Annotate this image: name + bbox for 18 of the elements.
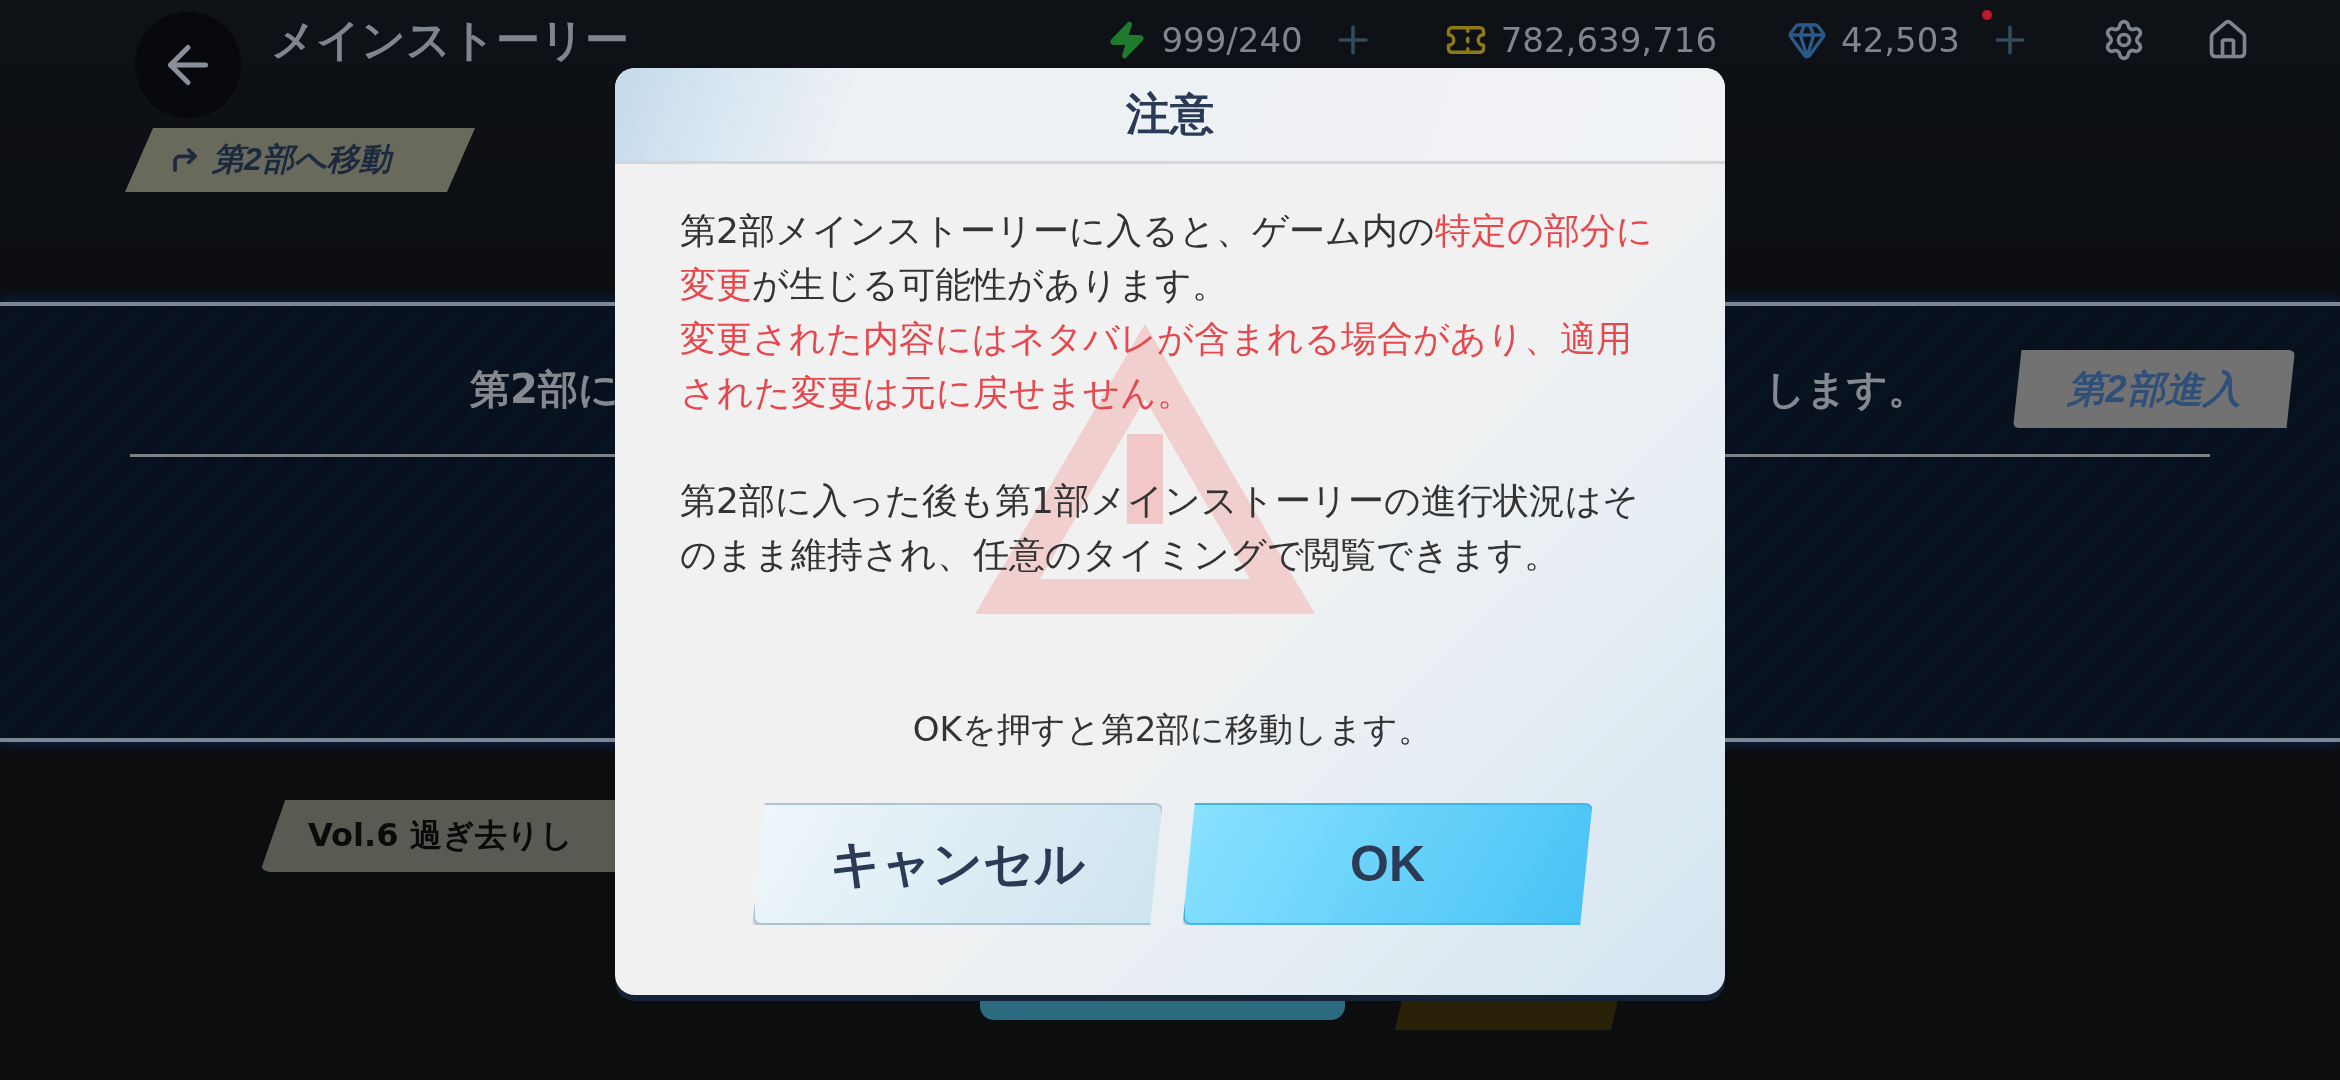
resource-count: 999/240 <box>1161 20 1303 60</box>
resource-count: 782,639,716 <box>1500 20 1718 60</box>
dialog-title: 注意 <box>1126 87 1214 141</box>
resource-count: 42,503 <box>1841 20 1960 60</box>
enter-part-button[interactable]: 第2部進入 <box>2013 350 2295 428</box>
ok-button[interactable]: OK <box>1182 803 1593 925</box>
confirm-note: OKを押すと第2部に移動します。 <box>911 708 1434 751</box>
info-text: 第2部に <box>470 364 619 414</box>
episode-title: Vol.6 過ぎ去りし <box>308 815 573 856</box>
move-link[interactable]: 第2部へ移動 <box>125 128 475 192</box>
turn-arrow-icon <box>170 145 200 175</box>
gem-icon <box>1787 20 1828 60</box>
notice-text: 第2部メインストーリーに入ると、ゲーム内の特定の部分に変更が生じる可能性があります。 <box>680 209 1654 307</box>
screen-title: メインストーリー <box>271 12 629 67</box>
info-text: します。 <box>1765 364 1928 414</box>
cancel-button[interactable]: キャンセル <box>752 803 1163 925</box>
notice-text: 変更された内容にはネタバレが含まれる場合があり、適用された変更は元に戻せません。 <box>680 317 1633 415</box>
notice-text: 第2部に入った後も第1部メインストーリーの進行状況はそのまま維持され、任意のタイミングで閲覧できます。 <box>680 479 1640 577</box>
